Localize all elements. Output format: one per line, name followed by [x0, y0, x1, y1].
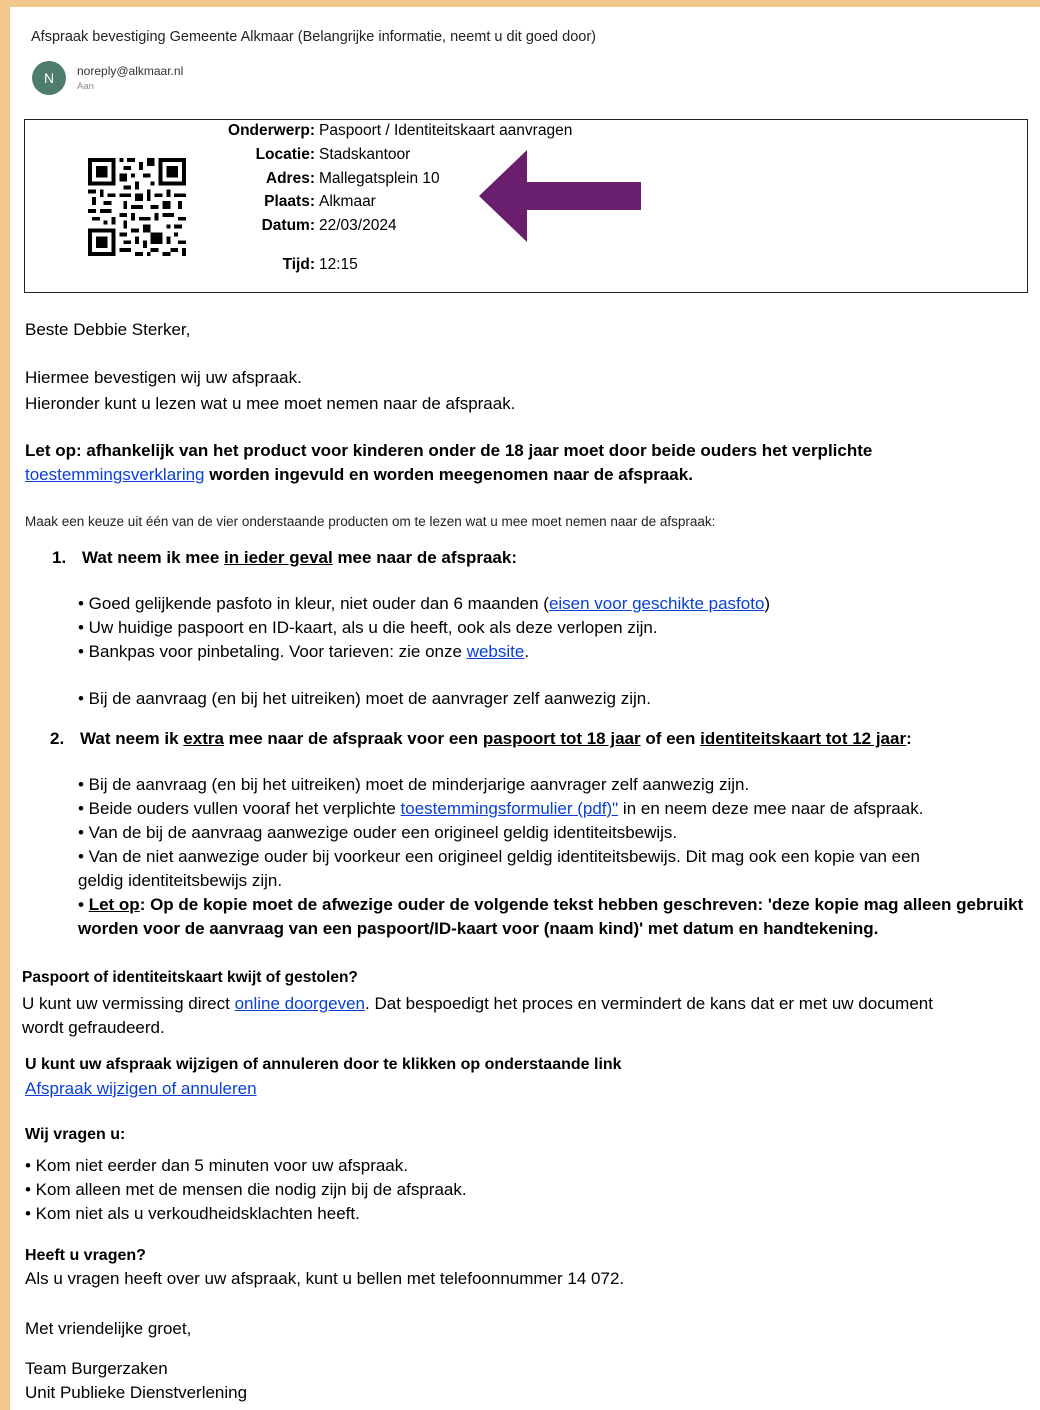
- ask-item-3: • Kom niet als u verkoudheidsklachten he…: [25, 1204, 360, 1223]
- info-row-plaats: Plaats: Alkmaar: [264, 193, 376, 210]
- section-2-bullet-afwezige-ouder-2: geldig identiteitsbewijs zijn.: [78, 871, 283, 890]
- arrow-left-icon: [479, 150, 641, 242]
- intro-line-2: Hieronder kunt u lezen wat u mee moet ne…: [25, 394, 516, 413]
- lost-heading: Paspoort of identiteitskaart kwijt of ge…: [22, 969, 358, 986]
- choose-product-text: Maak een keuze uit één van de vier onder…: [25, 514, 716, 529]
- ask-item-2: • Kom alleen met de mensen die nodig zij…: [25, 1180, 467, 1199]
- section-2-let-op-1: • Let op: Op de kopie moet de afwezige o…: [78, 895, 1024, 914]
- greeting: Beste Debbie Sterker,: [25, 320, 191, 339]
- sender-avatar[interactable]: N: [32, 61, 66, 95]
- section-2-let-op-2: worden voor de aanvraag van een paspoort…: [78, 919, 879, 938]
- lost-text-2: wordt gefraudeerd.: [22, 1018, 165, 1037]
- section-1-bullet-aanwezig: • Bij de aanvraag (en bij het uitreiken)…: [78, 689, 651, 708]
- change-link-row: Afspraak wijzigen of annuleren: [25, 1077, 257, 1101]
- ask-heading: Wij vragen u:: [25, 1126, 126, 1143]
- website-link[interactable]: website: [467, 642, 525, 661]
- section-2-number: 2.: [50, 729, 65, 748]
- questions-text: Als u vragen heeft over uw afspraak, kun…: [25, 1269, 625, 1288]
- toestemmingsformulier-link[interactable]: toestemmingsformulier (pdf)": [401, 799, 619, 818]
- change-heading: U kunt uw afspraak wijzigen of annuleren…: [25, 1056, 622, 1073]
- intro-line-1: Hiermee bevestigen wij uw afspraak.: [25, 368, 302, 387]
- section-1-number: 1.: [52, 548, 67, 567]
- notice-line-2: toestemmingsverklaring worden ingevuld e…: [25, 465, 693, 484]
- section-1-bullet-id: • Uw huidige paspoort en ID-kaart, als u…: [78, 618, 658, 637]
- sender-address[interactable]: noreply@alkmaar.nl: [77, 64, 183, 78]
- section-2-bullet-afwezige-ouder-1: • Van de niet aanwezige ouder bij voorke…: [78, 847, 920, 866]
- info-row-locatie: Locatie: Stadskantoor: [255, 146, 411, 163]
- online-doorgeven-link[interactable]: online doorgeven: [235, 994, 365, 1013]
- afspraak-wijzigen-link[interactable]: Afspraak wijzigen of annuleren: [25, 1079, 257, 1098]
- section-2-heading: Wat neem ik extra mee naar de afspraak v…: [80, 729, 912, 748]
- email-subject: Afspraak bevestiging Gemeente Alkmaar (B…: [31, 29, 596, 45]
- section-2-bullet-aanwezige-ouder: • Van de bij de aanvraag aanwezige ouder…: [78, 823, 678, 842]
- section-2-bullet-formulier: • Beide ouders vullen vooraf het verplic…: [78, 799, 924, 818]
- toestemmingsverklaring-link[interactable]: toestemmingsverklaring: [25, 465, 205, 484]
- info-row-onderwerp: Onderwerp: Paspoort / Identiteitskaart aa…: [228, 122, 573, 139]
- signature-team: Team Burgerzaken: [25, 1359, 168, 1378]
- email-message: Afspraak bevestiging Gemeente Alkmaar (B…: [10, 7, 1040, 1410]
- signature-unit: Unit Publieke Dienstverlening: [25, 1383, 248, 1402]
- info-row-adres: Adres: Mallegatsplein 10: [265, 170, 440, 187]
- appointment-box: Onderwerp: Paspoort / Identiteitskaart aa…: [24, 119, 1028, 293]
- closing: Met vriendelijke groet,: [25, 1319, 192, 1338]
- recipient-label[interactable]: Aan: [77, 81, 94, 92]
- section-1-bullet-pasfoto: • Goed gelijkende pasfoto in kleur, niet…: [78, 594, 771, 613]
- section-1-bullet-bankpas: • Bankpas voor pinbetaling. Voor tarieve…: [78, 642, 530, 661]
- questions-heading: Heeft u vragen?: [25, 1247, 146, 1264]
- section-2-bullet-minderjarige: • Bij de aanvraag (en bij het uitreiken)…: [78, 775, 750, 794]
- info-row-tijd: Tijd: 12:15: [282, 256, 358, 273]
- notice-line-1: Let op: afhankelijk van het product voor…: [25, 441, 873, 460]
- lost-text-1: U kunt uw vermissing direct online doorg…: [22, 994, 933, 1013]
- section-1-heading: Wat neem ik mee in ieder geval mee naar …: [82, 548, 517, 567]
- pasfoto-requirements-link[interactable]: eisen voor geschikte pasfoto: [549, 594, 764, 613]
- info-row-datum: Datum: 22/03/2024: [261, 217, 397, 234]
- ask-item-1: • Kom niet eerder dan 5 minuten voor uw …: [25, 1156, 408, 1175]
